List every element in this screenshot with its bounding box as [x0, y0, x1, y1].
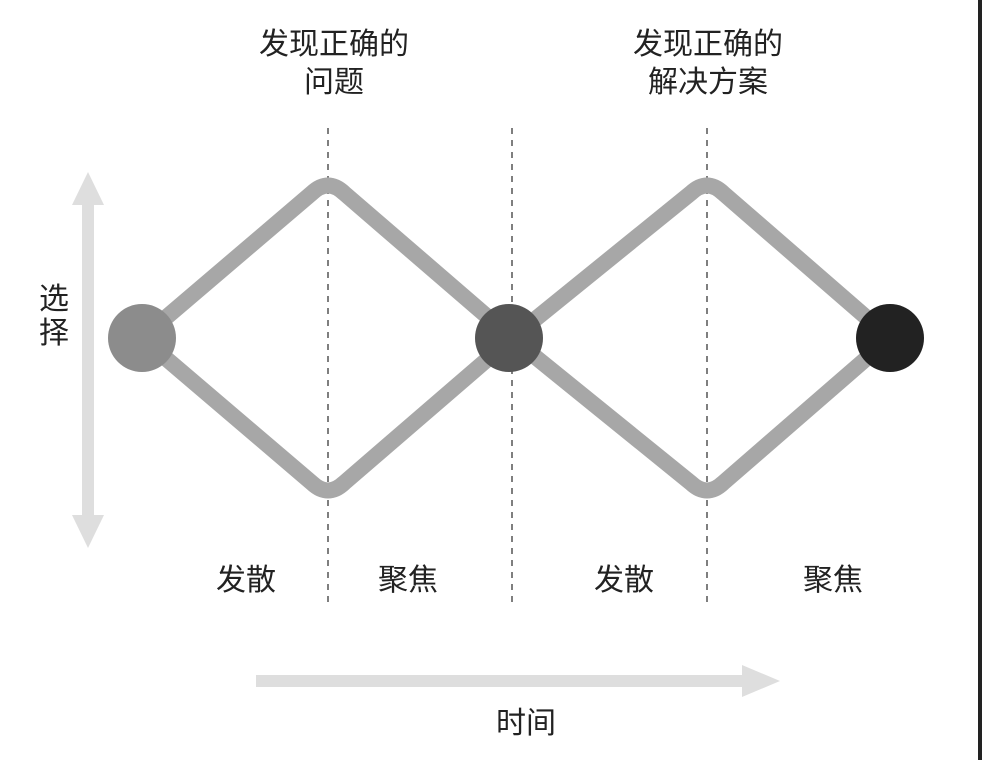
x-axis-label: 时间	[496, 706, 556, 741]
y-axis-label: 选 择	[36, 283, 72, 351]
heading-solution-line2: 解决方案	[648, 65, 768, 100]
start-node	[108, 304, 176, 372]
heading-problem-line1: 发现正确的	[259, 27, 409, 62]
double-diamond-diagram	[72, 128, 924, 697]
middle-node	[475, 304, 543, 372]
vertical-double-arrow	[72, 172, 104, 548]
heading-problem: 发现正确的 问题	[214, 26, 454, 102]
heading-problem-line2: 问题	[304, 65, 364, 100]
end-node	[856, 304, 924, 372]
phase-label-diverge-2: 发散	[594, 563, 654, 598]
heading-solution: 发现正确的 解决方案	[588, 26, 828, 102]
phase-label-converge-1: 聚焦	[378, 563, 438, 598]
phase-label-diverge-1: 发散	[216, 563, 276, 598]
y-axis-label-char-2: 择	[39, 316, 69, 351]
heading-solution-line1: 发现正确的	[633, 27, 783, 62]
y-axis-label-char-1: 选	[39, 282, 69, 317]
diamond-2-curve	[504, 177, 891, 499]
phase-label-converge-2: 聚焦	[803, 563, 863, 598]
diamond-1-curve	[134, 177, 513, 499]
horizontal-time-arrow	[256, 665, 780, 697]
